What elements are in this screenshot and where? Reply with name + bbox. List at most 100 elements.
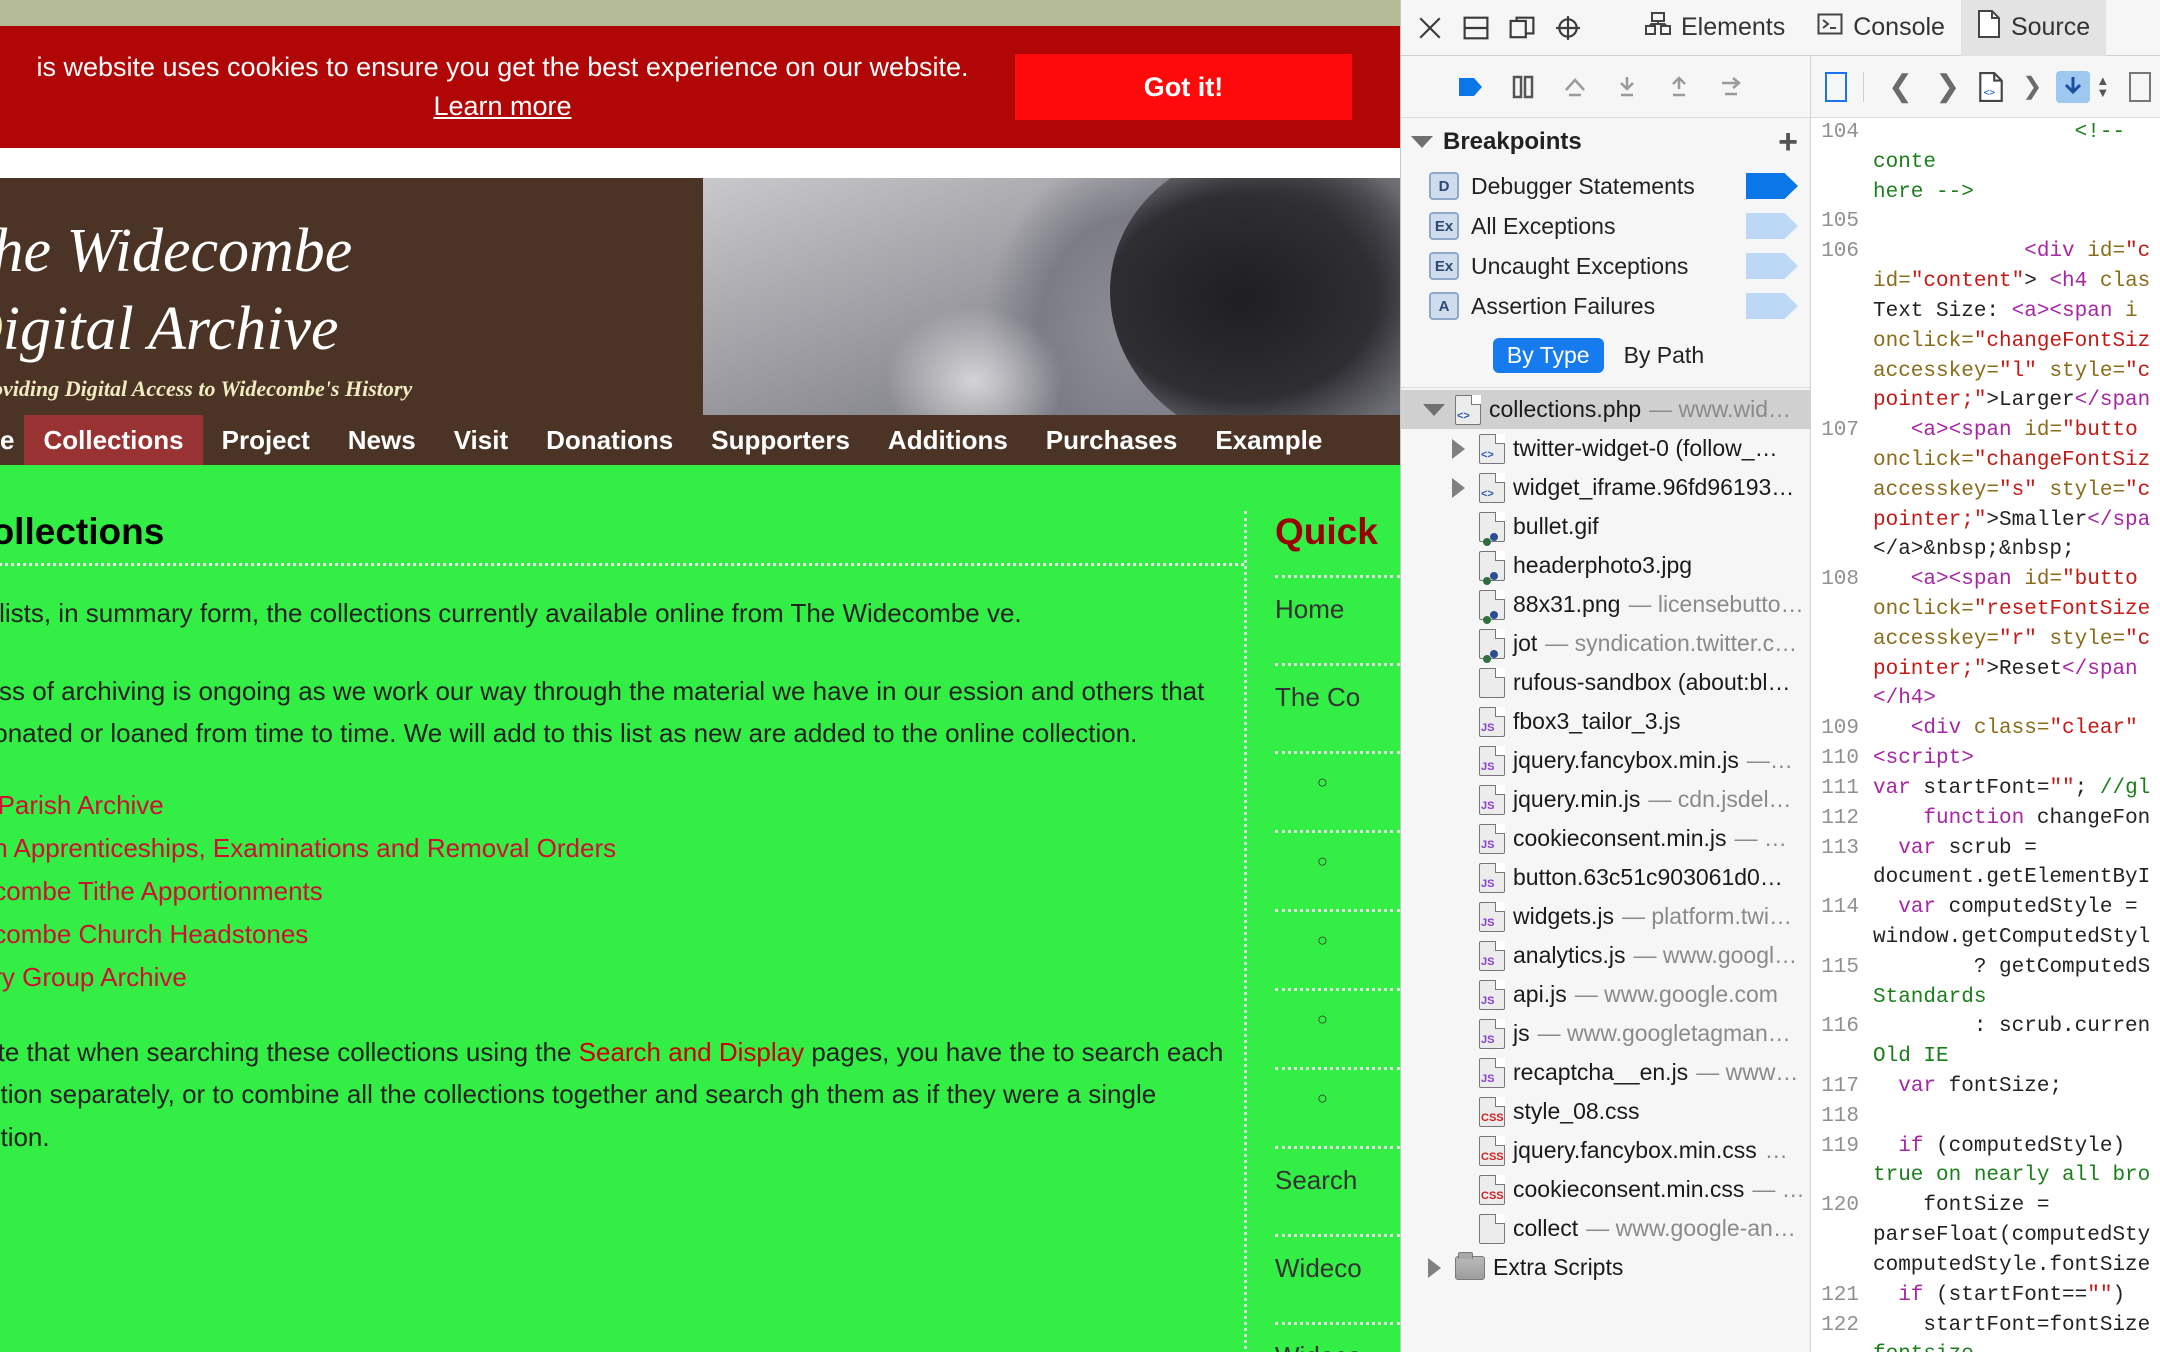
chevron-right-icon[interactable]	[1427, 1257, 1441, 1278]
nav-item-project[interactable]: Project	[203, 415, 329, 465]
resource-row[interactable]: JS jquery.fancybox.min.js —…	[1401, 741, 1810, 780]
resource-row[interactable]: collect — www.google-an…	[1401, 1209, 1810, 1248]
nav-item-e[interactable]: e	[0, 415, 24, 465]
code-line[interactable]: 114 var computedStyle = window.getComput…	[1811, 893, 2160, 953]
collection-link[interactable]: History Group Archive	[0, 962, 187, 992]
nav-item-visit[interactable]: Visit	[435, 415, 527, 465]
sidebar-sub-item[interactable]: ○	[1275, 754, 1400, 808]
nav-item-donations[interactable]: Donations	[527, 415, 692, 465]
resource-row[interactable]: Extra Scripts	[1401, 1248, 1810, 1287]
collection-link[interactable]: Widecombe Church Headstones	[0, 919, 308, 949]
step-out-icon[interactable]	[1655, 63, 1703, 111]
code-line[interactable]: 116 : scrub.curren Old IE	[1811, 1012, 2160, 1072]
nav-item-additions[interactable]: Additions	[869, 415, 1027, 465]
forward-icon[interactable]: ❯	[1927, 69, 1968, 104]
code-line[interactable]: 105	[1811, 207, 2160, 237]
nav-item-supporters[interactable]: Supporters	[692, 415, 869, 465]
nav-item-example[interactable]: Example	[1196, 415, 1341, 465]
breakpoint-row[interactable]: Ex Uncaught Exceptions	[1401, 246, 1810, 286]
resource-row[interactable]: bullet.gif	[1401, 507, 1810, 546]
segment-by-type[interactable]: By Type	[1492, 338, 1604, 373]
code-editor[interactable]: 104 <!-- conte here --> 105 106 <div id="c…	[1811, 118, 2160, 1352]
code-line[interactable]: 113 var scrub = document.getElementByI	[1811, 834, 2160, 894]
close-icon[interactable]	[1407, 6, 1453, 50]
pause-icon[interactable]	[1499, 63, 1547, 111]
resume-icon[interactable]	[1447, 63, 1495, 111]
code-line[interactable]: 122 startFont=fontSize fontsize	[1811, 1311, 2160, 1352]
breakpoint-toggle[interactable]	[1746, 253, 1798, 279]
resource-row[interactable]: JS analytics.js — www.googl…	[1401, 936, 1810, 975]
code-line[interactable]: 117 var fontSize;	[1811, 1072, 2160, 1102]
code-line[interactable]: 119 if (computedStyle) true on nearly al…	[1811, 1132, 2160, 1192]
tab-sources[interactable]: Source	[1960, 0, 2107, 56]
nav-item-news[interactable]: News	[329, 415, 435, 465]
more-options-icon[interactable]	[2129, 71, 2152, 102]
segment-by-path[interactable]: By Path	[1610, 338, 1719, 373]
resource-row[interactable]: JS button.63c51c903061d0…	[1401, 858, 1810, 897]
breakpoint-row[interactable]: Ex All Exceptions	[1401, 206, 1810, 246]
cookie-learn-more-link[interactable]: Learn more	[433, 91, 571, 121]
resource-row[interactable]: <> twitter-widget-0 (follow_…	[1401, 429, 1810, 468]
sidebar-sub-item[interactable]: ○	[1275, 1070, 1400, 1124]
dock-bottom-icon[interactable]	[1453, 6, 1499, 50]
code-line[interactable]: 109 <div class="clear"	[1811, 714, 2160, 744]
inspect-target-icon[interactable]	[1545, 6, 1591, 50]
breakpoint-row[interactable]: A Assertion Failures	[1401, 286, 1810, 326]
code-line[interactable]: 108 <a><span id="butto onclick="resetFon…	[1811, 565, 2160, 714]
code-line[interactable]: 115 ? getComputedS Standards	[1811, 953, 2160, 1013]
collection-link[interactable]: Widecombe Tithe Apportionments	[0, 876, 323, 906]
resource-row[interactable]: 88x31.png — licensebutto…	[1401, 585, 1810, 624]
code-line[interactable]: 112 function changeFon	[1811, 804, 2160, 834]
navigator-toggle-icon[interactable]	[1825, 71, 1847, 102]
cookie-accept-button[interactable]: Got it!	[1015, 54, 1352, 120]
code-line[interactable]: 106 <div id="c id="content"> <h4 clas Te…	[1811, 237, 2160, 416]
add-breakpoint-button[interactable]: +	[1778, 125, 1798, 159]
step-over-icon[interactable]	[1551, 63, 1599, 111]
resource-row[interactable]: <> collections.php — www.wid…	[1401, 390, 1810, 429]
breakpoint-toggle[interactable]	[1746, 173, 1798, 199]
sidebar-sub-item[interactable]: ○	[1275, 912, 1400, 966]
resource-row[interactable]: JS api.js — www.google.com	[1401, 975, 1810, 1014]
sidebar-link-collections[interactable]: The Co	[1275, 666, 1400, 729]
dock-undock-icon[interactable]	[1499, 6, 1545, 50]
resource-row[interactable]: CSS cookieconsent.min.css — …	[1401, 1170, 1810, 1209]
resource-row[interactable]: CSS jquery.fancybox.min.css …	[1401, 1131, 1810, 1170]
chevron-right-icon[interactable]	[1451, 438, 1465, 459]
resource-row[interactable]: jot — syndication.twitter.c…	[1401, 624, 1810, 663]
step-icon[interactable]	[1707, 63, 1755, 111]
resource-row[interactable]: JS fbox3_tailor_3.js	[1401, 702, 1810, 741]
resource-row[interactable]: <> widget_iframe.96fd96193…	[1401, 468, 1810, 507]
step-into-icon[interactable]	[1603, 63, 1651, 111]
resource-row[interactable]: JS jquery.min.js — cdn.jsdel…	[1401, 780, 1810, 819]
code-line[interactable]: 111 var startFont=""; //gl	[1811, 774, 2160, 804]
breakpoint-toggle[interactable]	[1746, 293, 1798, 319]
breakpoints-header[interactable]: Breakpoints +	[1401, 118, 1810, 166]
code-line[interactable]: 120 fontSize = parseFloat(computedSty co…	[1811, 1191, 2160, 1280]
nav-item-purchases[interactable]: Purchases	[1027, 415, 1197, 465]
resource-row[interactable]: JS widgets.js — platform.twi…	[1401, 897, 1810, 936]
breakpoint-toggle[interactable]	[1746, 213, 1798, 239]
sidebar-link-widecombe-1[interactable]: Wideco	[1275, 1237, 1400, 1300]
code-line[interactable]: 118	[1811, 1102, 2160, 1132]
sidebar-link-home[interactable]: Home	[1275, 578, 1400, 641]
collection-link[interactable]: Main Parish Archive	[0, 790, 164, 820]
code-line[interactable]: 110 <script>	[1811, 744, 2160, 774]
jump-to-icon[interactable]	[2056, 70, 2091, 103]
stepper-icon[interactable]: ▲ ▼	[2096, 74, 2109, 98]
resource-row[interactable]: JS cookieconsent.min.js — …	[1401, 819, 1810, 858]
resource-row[interactable]: headerphoto3.jpg	[1401, 546, 1810, 585]
chevron-right-icon[interactable]	[1451, 477, 1465, 498]
tab-elements[interactable]: Elements	[1629, 0, 1801, 56]
collection-link[interactable]: Parish Apprenticeships, Examinations and…	[0, 833, 616, 863]
chevron-down-icon[interactable]	[1411, 136, 1433, 148]
sidebar-sub-item[interactable]: ○	[1275, 991, 1400, 1045]
search-and-display-link[interactable]: Search and Display	[579, 1037, 804, 1067]
resource-row[interactable]: rufous-sandbox (about:bl…	[1401, 663, 1810, 702]
sidebar-link-search[interactable]: Search	[1275, 1149, 1400, 1212]
nav-item-collections[interactable]: Collections	[24, 415, 203, 465]
code-line[interactable]: 121 if (startFont=="")	[1811, 1281, 2160, 1311]
back-icon[interactable]: ❮	[1880, 69, 1921, 104]
chevron-down-icon[interactable]	[1423, 403, 1445, 416]
resource-row[interactable]: JS recaptcha__en.js — www…	[1401, 1053, 1810, 1092]
code-line[interactable]: 107 <a><span id="butto onclick="changeFo…	[1811, 416, 2160, 565]
